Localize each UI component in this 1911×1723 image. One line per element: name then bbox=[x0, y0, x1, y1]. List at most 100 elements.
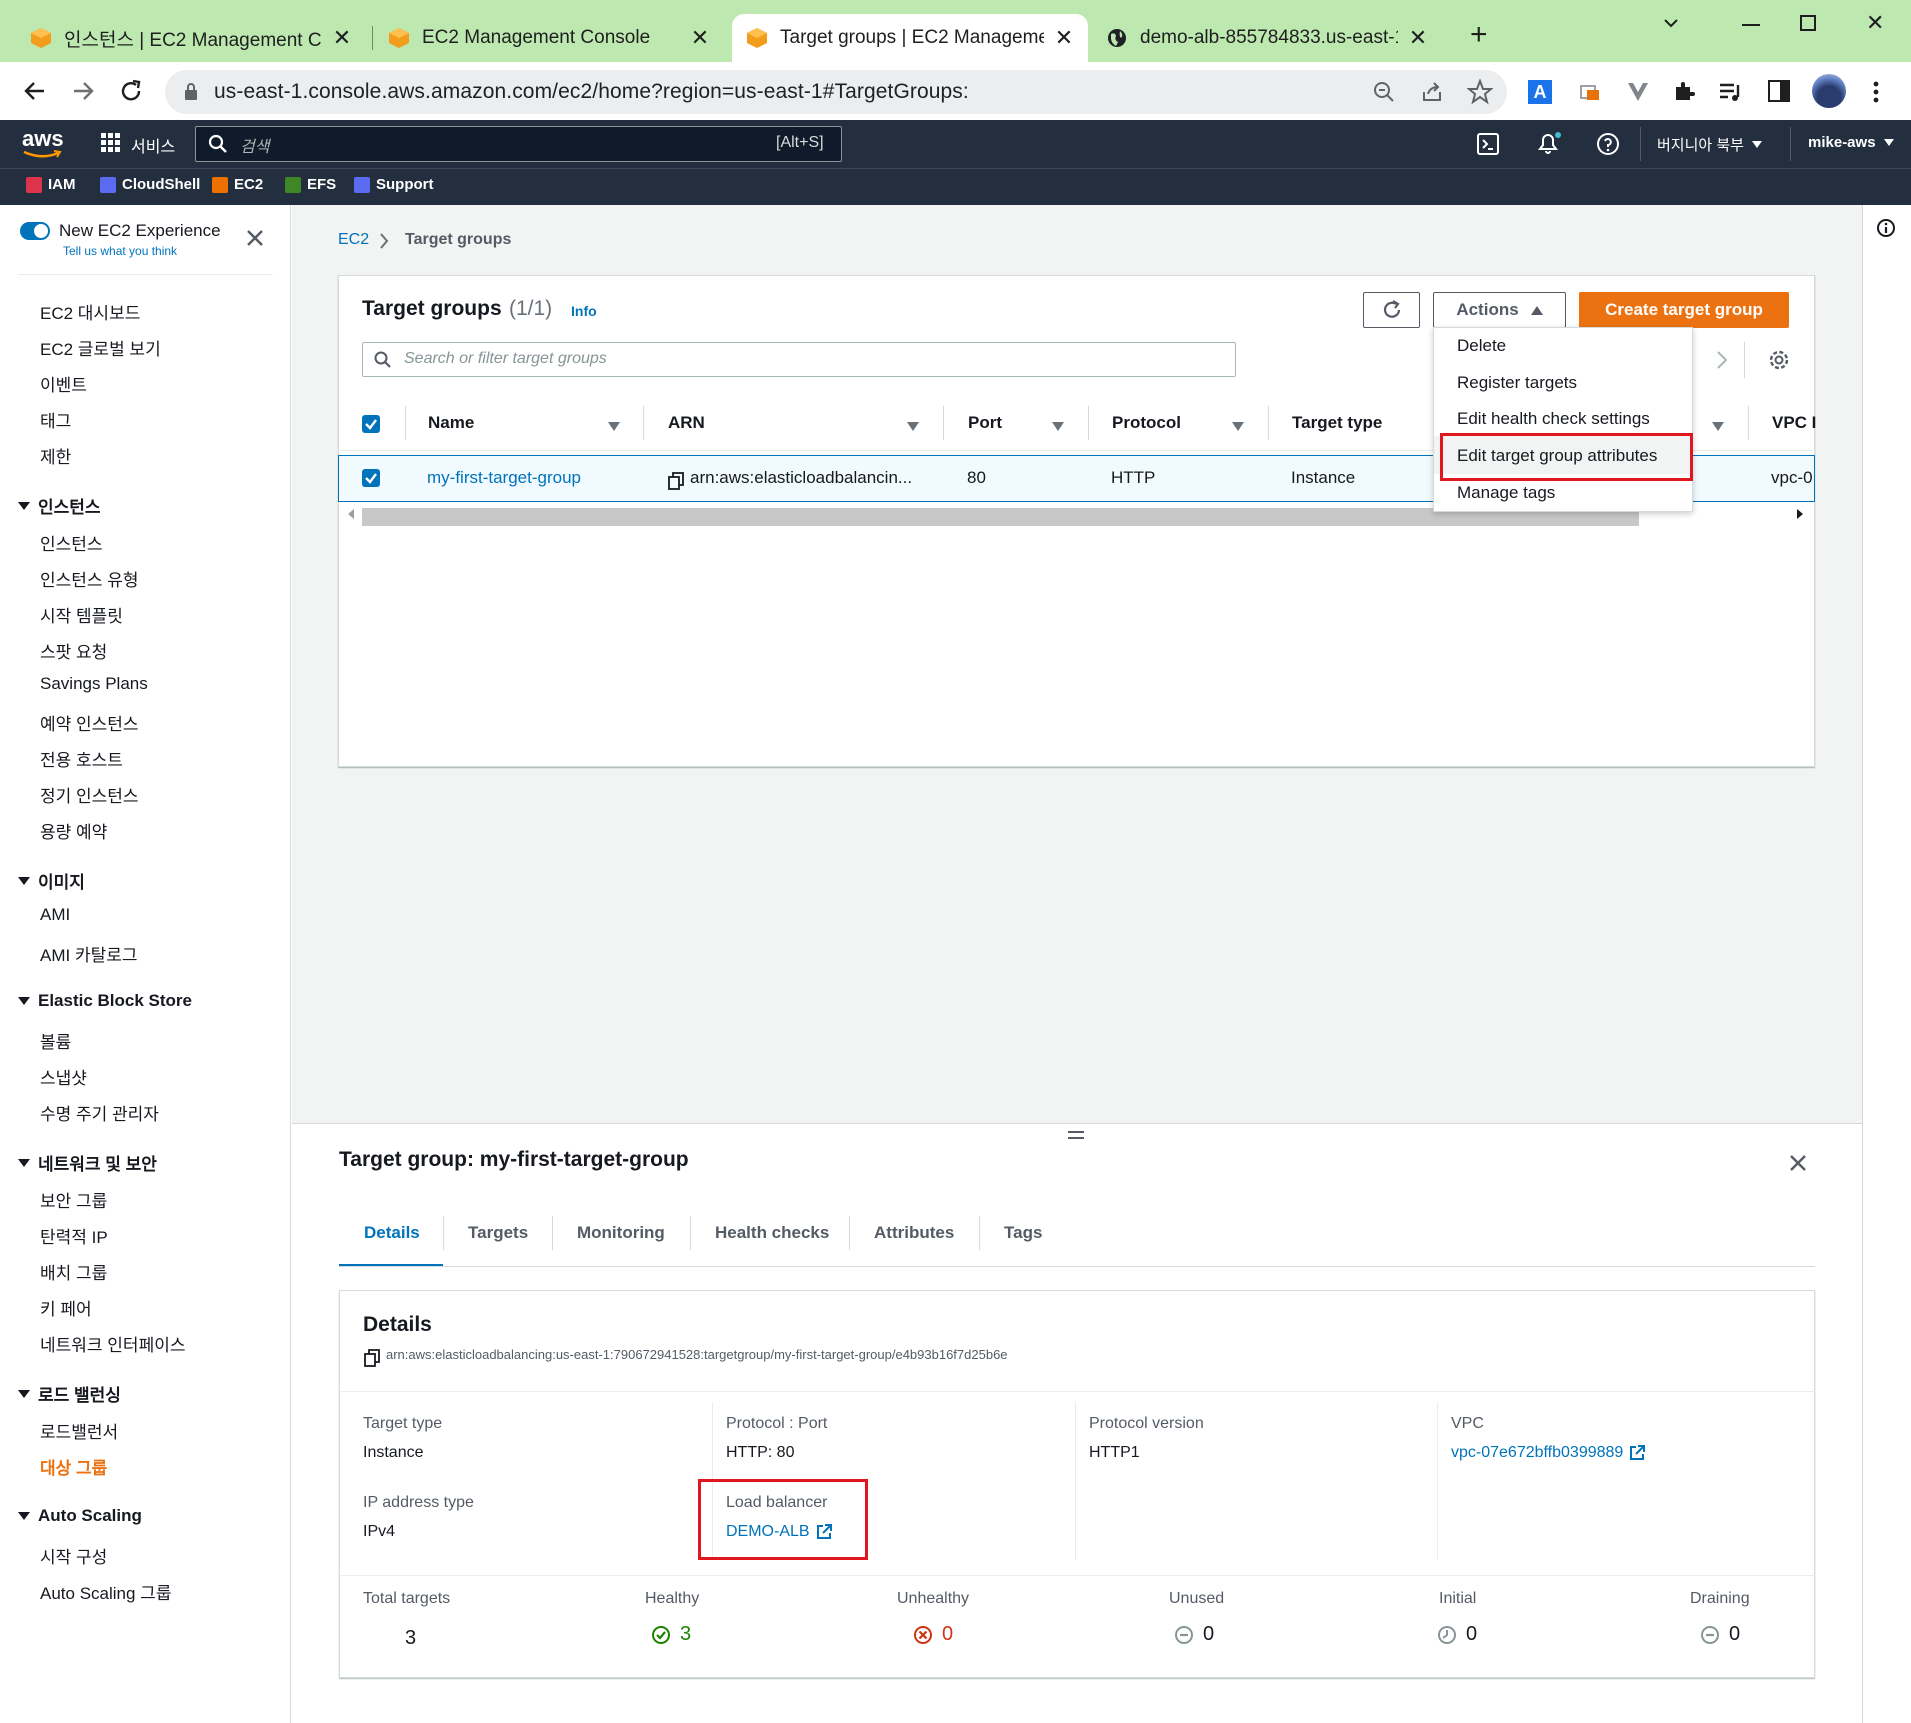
sidebar-item[interactable]: 보안 그룹 bbox=[40, 1187, 107, 1212]
translate-extension-icon[interactable]: A bbox=[1528, 80, 1552, 104]
vue-extension-icon[interactable] bbox=[1626, 80, 1650, 104]
target-group-name-link[interactable]: my-first-target-group bbox=[427, 468, 581, 488]
notifications-bell-icon[interactable] bbox=[1535, 130, 1563, 156]
sidebar-item[interactable]: Auto Scaling 그룹 bbox=[40, 1579, 171, 1604]
sidebar-item[interactable]: 제한 bbox=[40, 443, 71, 468]
window-close-icon[interactable]: ✕ bbox=[1866, 10, 1884, 36]
browser-tab-instances[interactable]: 인스턴스 | EC2 Management Co ✕ bbox=[16, 14, 366, 62]
info-panel-icon[interactable] bbox=[1876, 218, 1896, 238]
puzzle-icon[interactable] bbox=[1672, 79, 1696, 103]
sidebar-item[interactable]: 이벤트 bbox=[40, 371, 87, 396]
sidebar-section-load-balancing[interactable]: 로드 밸런싱 bbox=[18, 1381, 121, 1406]
minimize-icon[interactable] bbox=[1742, 24, 1760, 26]
favorite-iam[interactable]: IAM bbox=[26, 176, 76, 193]
browser-tab-target-groups[interactable]: Target groups | EC2 Manageme ✕ bbox=[732, 14, 1088, 62]
sidebar-item[interactable]: 시작 구성 bbox=[40, 1543, 107, 1568]
cloudshell-icon[interactable] bbox=[1476, 132, 1500, 156]
sidebar-item[interactable]: 수명 주기 관리자 bbox=[40, 1100, 159, 1125]
tab-details[interactable]: Details bbox=[364, 1223, 420, 1243]
side-panel-icon[interactable] bbox=[1768, 80, 1790, 102]
maximize-icon[interactable] bbox=[1800, 15, 1816, 31]
new-tab-icon[interactable]: + bbox=[1470, 20, 1488, 50]
pagination-next-icon[interactable] bbox=[1716, 350, 1728, 370]
close-icon[interactable]: ✕ bbox=[690, 25, 710, 51]
refresh-button[interactable] bbox=[1363, 292, 1420, 328]
sidebar-item[interactable]: EC2 글로벌 보기 bbox=[40, 335, 161, 360]
menu-item-edit-health-check[interactable]: Edit health check settings bbox=[1457, 409, 1650, 429]
close-panel-icon[interactable] bbox=[1788, 1153, 1808, 1173]
sidebar-item[interactable]: AMI bbox=[40, 905, 70, 925]
zoom-icon[interactable] bbox=[1372, 80, 1396, 104]
sidebar-item[interactable]: 볼륨 bbox=[40, 1028, 71, 1053]
favorite-ec2[interactable]: EC2 bbox=[212, 176, 263, 193]
sidebar-item[interactable]: 인스턴스 bbox=[40, 530, 103, 555]
url-text[interactable]: us-east-1.console.aws.amazon.com/ec2/hom… bbox=[214, 80, 969, 104]
copy-icon[interactable] bbox=[668, 472, 684, 490]
tab-tags[interactable]: Tags bbox=[1004, 1223, 1042, 1243]
browser-tab-demo-alb[interactable]: demo-alb-855784833.us-east-1.e ✕ bbox=[1092, 14, 1442, 62]
info-link[interactable]: Info bbox=[571, 303, 597, 319]
sidebar-item[interactable]: 예약 인스턴스 bbox=[40, 710, 139, 735]
menu-item-register-targets[interactable]: Register targets bbox=[1457, 373, 1577, 393]
sidebar-item[interactable]: Savings Plans bbox=[40, 674, 148, 694]
actions-button[interactable]: Actions bbox=[1433, 292, 1566, 328]
share-icon[interactable] bbox=[1420, 80, 1444, 104]
close-icon[interactable]: ✕ bbox=[332, 25, 352, 51]
menu-item-manage-tags[interactable]: Manage tags bbox=[1457, 483, 1555, 503]
sort-icon[interactable] bbox=[1052, 422, 1064, 431]
row-checkbox[interactable] bbox=[362, 469, 380, 487]
account-menu[interactable]: mike-aws bbox=[1808, 134, 1894, 151]
forward-arrow-icon[interactable] bbox=[70, 78, 96, 104]
close-icon[interactable]: ✕ bbox=[1054, 25, 1074, 51]
favorite-efs[interactable]: EFS bbox=[285, 176, 336, 193]
sidebar-item[interactable]: AMI 카탈로그 bbox=[40, 941, 138, 966]
column-header-port[interactable]: Port bbox=[968, 413, 1002, 433]
sort-icon[interactable] bbox=[1232, 422, 1244, 431]
close-sidebar-icon[interactable] bbox=[245, 228, 265, 248]
sidebar-item[interactable]: 스팟 요청 bbox=[40, 638, 107, 663]
sidebar-item[interactable]: 인스턴스 유형 bbox=[40, 566, 139, 591]
lock-icon[interactable] bbox=[182, 82, 200, 102]
tab-search-chevron-icon[interactable] bbox=[1660, 12, 1682, 34]
sidebar-section-instances[interactable]: 인스턴스 bbox=[18, 493, 101, 518]
new-experience-toggle[interactable] bbox=[20, 222, 50, 240]
column-header-protocol[interactable]: Protocol bbox=[1112, 413, 1181, 433]
sidebar-item[interactable]: 태그 bbox=[40, 407, 71, 432]
select-all-checkbox[interactable] bbox=[362, 415, 380, 433]
sidebar-item[interactable]: 전용 호스트 bbox=[40, 746, 123, 771]
tab-health-checks[interactable]: Health checks bbox=[715, 1223, 829, 1243]
media-controls-icon[interactable] bbox=[1718, 81, 1744, 103]
resize-handle-icon[interactable] bbox=[1068, 1137, 1084, 1139]
sidebar-item[interactable]: 네트워크 인터페이스 bbox=[40, 1331, 185, 1356]
column-header-vpc[interactable]: VPC I bbox=[1772, 413, 1816, 433]
scroll-left-icon[interactable] bbox=[346, 507, 356, 521]
scroll-right-icon[interactable] bbox=[1795, 507, 1805, 521]
extension-icon[interactable] bbox=[1578, 80, 1602, 104]
create-target-group-button[interactable]: Create target group bbox=[1579, 292, 1789, 328]
services-menu[interactable]: 서비스 bbox=[131, 133, 175, 157]
tab-attributes[interactable]: Attributes bbox=[874, 1223, 954, 1243]
region-selector[interactable]: 버지니아 북부 bbox=[1657, 134, 1762, 155]
services-grid-icon[interactable] bbox=[101, 133, 121, 153]
settings-gear-icon[interactable] bbox=[1768, 349, 1790, 371]
favorite-support[interactable]: Support bbox=[354, 176, 434, 193]
sidebar-section-auto-scaling[interactable]: Auto Scaling bbox=[18, 1506, 142, 1526]
aws-search-input[interactable] bbox=[195, 126, 842, 162]
aws-logo[interactable]: aws bbox=[22, 128, 64, 150]
sidebar-item[interactable]: 용량 예약 bbox=[40, 818, 107, 843]
vpc-link[interactable]: vpc-07e672bffb0399889 bbox=[1451, 1444, 1646, 1462]
sidebar-section-images[interactable]: 이미지 bbox=[18, 868, 85, 893]
browser-tab-ec2[interactable]: EC2 Management Console ✕ bbox=[374, 14, 724, 62]
copy-arn-icon[interactable] bbox=[364, 1349, 380, 1367]
sidebar-section-network[interactable]: 네트워크 및 보안 bbox=[18, 1150, 157, 1175]
menu-item-delete[interactable]: Delete bbox=[1457, 336, 1506, 356]
sidebar-section-ebs[interactable]: Elastic Block Store bbox=[18, 991, 192, 1011]
feedback-link[interactable]: Tell us what you think bbox=[63, 244, 177, 258]
bookmark-star-icon[interactable] bbox=[1467, 79, 1493, 105]
favorite-cloudshell[interactable]: CloudShell bbox=[100, 176, 200, 193]
sort-icon[interactable] bbox=[907, 422, 919, 431]
sidebar-item[interactable]: 시작 템플릿 bbox=[40, 602, 123, 627]
reload-icon[interactable] bbox=[118, 78, 144, 104]
sidebar-item[interactable]: EC2 대시보드 bbox=[40, 299, 140, 324]
sort-icon[interactable] bbox=[608, 422, 620, 431]
